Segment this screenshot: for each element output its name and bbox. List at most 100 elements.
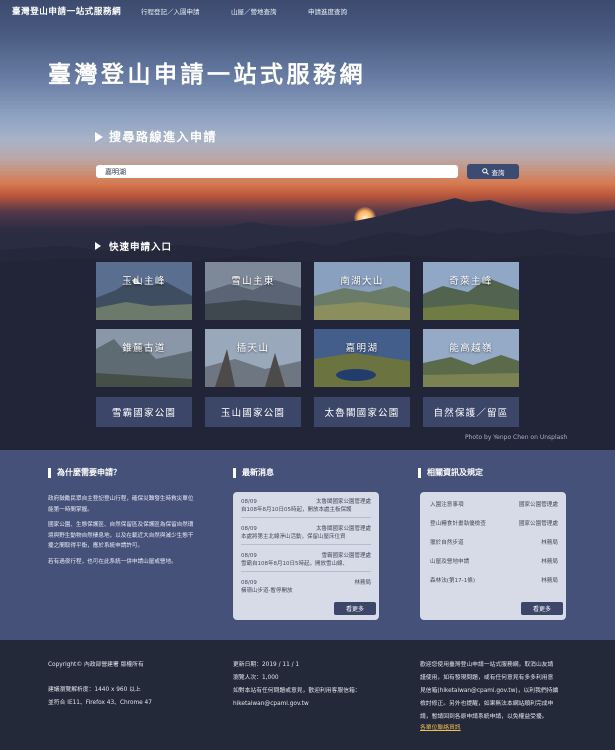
tile-label: 錐麓古道 [122, 343, 166, 354]
news-item[interactable]: 08/09 太魯閣國家公園管理處 自108年8月10日05時起，開放本處主板保護 [241, 498, 371, 514]
tile-jiaming-lake[interactable]: 嘉明湖 [314, 329, 410, 387]
play-triangle-icon [95, 242, 101, 250]
news-source: 林務局 [354, 580, 371, 586]
tile-shei-pa-national-park[interactable]: 雪霸國家公園 [96, 397, 192, 427]
news-date: 08/09 [241, 526, 257, 532]
route-search-input[interactable] [96, 165, 458, 178]
news-item[interactable]: 08/09 林務局 橫嶺山步道-暫停開放 [241, 579, 371, 595]
news-source: 雪霸國家公園管理處 [321, 553, 371, 559]
divider [241, 544, 371, 545]
hero-banner: 臺灣登山申請一站式服務網 行程登記／入園申請 山屋／營地查詢 申請進度查詢 臺灣… [0, 0, 615, 450]
footer-updated: 更新日期：2019 / 11 / 1 [233, 662, 300, 668]
news-heading-text: 最新消息 [242, 468, 274, 477]
why-heading: 為什麼需要申請？ [48, 467, 121, 478]
tile-xueshan-main-east[interactable]: 雪山主東 [205, 262, 301, 320]
footer-browsers: 並符合 IE11、Firefox 43、Chrome 47 [48, 700, 152, 706]
link-title: 山屋及營地申請 [430, 559, 470, 565]
link-item[interactable]: 獵於自然步道 林務局 [430, 538, 558, 546]
why-paragraph: 國家公園、生態保護區、自然保留區及保護區為保留自然環境與野生動物自然棲息地，以及… [48, 522, 194, 549]
search-button-label: 查詢 [491, 168, 505, 177]
tile-nanhu-mountain[interactable]: 南湖大山 [314, 262, 410, 320]
links-heading: 相關資訊及規定 [418, 467, 483, 478]
quick-apply-heading: 快速申請入口 [95, 239, 172, 253]
footer-notice-line: 謹使用，如有發現問題，或有任何意見有多多利用意 [420, 675, 554, 681]
tile-yushan-main-peak[interactable]: 玉山主峰 [96, 262, 192, 320]
nav-application-status[interactable]: 申請進度查詢 [308, 6, 347, 16]
page-footer: Copyright© 內政部營建署 版權所有 建議瀏覽解析度：1440 x 96… [0, 640, 615, 750]
nav-trip-registration[interactable]: 行程登記／入園申請 [141, 6, 200, 16]
tile-label: 雪山主東 [231, 276, 275, 287]
link-title: 獵於自然步道 [430, 540, 464, 546]
footer-email[interactable]: hiketaiwan@cpami.gov.tw [233, 698, 309, 711]
link-item[interactable]: 山屋及營地申請 林務局 [430, 557, 558, 565]
heading-bar-icon [48, 467, 51, 478]
tile-label: 玉山主峰 [122, 276, 166, 287]
news-text: 雪霸自108年8月10日5時起，開放雪山線、 [241, 561, 348, 567]
page-title: 臺灣登山申請一站式服務網 [48, 62, 366, 88]
links-more-button[interactable]: 看更多 [521, 602, 563, 615]
photo-credit: Photo by Yenpo Chen on Unsplash [465, 434, 568, 441]
news-more-button[interactable]: 看更多 [334, 602, 376, 615]
footer-notice-line: 歡迎您使用臺灣登山申請一站式服務網，取消山友請 [420, 662, 554, 668]
news-date: 08/09 [241, 580, 257, 586]
news-date: 08/09 [241, 553, 257, 559]
tile-yushan-national-park[interactable]: 玉山國家公園 [205, 397, 301, 427]
news-card: 08/09 太魯閣國家公園管理處 自108年8月10日05時起，開放本處主板保護 … [233, 492, 379, 620]
top-navigation: 臺灣登山申請一站式服務網 行程登記／入園申請 山屋／營地查詢 申請進度查詢 [0, 0, 615, 22]
link-item[interactable]: 登山糧食計畫執優檢查 國家公園管理處 [430, 519, 558, 527]
quick-apply-heading-text: 快速申請入口 [109, 242, 173, 253]
news-text: 橫嶺山步道-暫停開放 [241, 588, 293, 594]
heading-bar-icon [233, 467, 236, 478]
news-source: 太魯閣國家公園管理處 [315, 499, 371, 505]
link-title: 森林法(第17-1條) [430, 578, 476, 584]
link-item[interactable]: 森林法(第17-1條) 林務局 [430, 576, 558, 584]
link-title: 入園注意事項 [430, 502, 464, 508]
news-item[interactable]: 08/09 雪霸國家公園管理處 雪霸自108年8月10日5時起，開放雪山線、 [241, 552, 371, 568]
why-heading-text: 為什麼需要申請？ [57, 468, 121, 477]
footer-notice-line: 見信箱(hiketaiwan@cpami.gov.tw)，以利我們持續 [420, 688, 559, 694]
link-source: 國家公園管理處 [518, 521, 558, 527]
news-date: 08/09 [241, 499, 257, 505]
site-brand[interactable]: 臺灣登山申請一站式服務網 [12, 5, 121, 17]
footer-feedback: 如對本站有任何問題或意見，歡迎利用客服信箱： [233, 688, 361, 694]
tile-chatian-mountain[interactable]: 插天山 [205, 329, 301, 387]
tile-qilai-main-peak[interactable]: 奇萊主峰 [423, 262, 519, 320]
news-item[interactable]: 08/09 太魯閣國家公園管理處 本處將第主北線淨山活動，保留山屋床位資 [241, 525, 371, 541]
why-paragraph: 政府鼓勵民眾自主登記登山行程，確保災難發生時救災單位能第一時間掌握。 [48, 496, 194, 513]
link-source: 林務局 [541, 578, 558, 584]
play-triangle-icon [95, 132, 103, 142]
tile-nenggao-trail[interactable]: 能高越嶺 [423, 329, 519, 387]
search-icon [481, 168, 489, 175]
footer-resolution: 建議瀏覽解析度：1440 x 960 以上 [48, 687, 141, 693]
news-source: 太魯閣國家公園管理處 [315, 526, 371, 532]
links-heading-text: 相關資訊及規定 [427, 468, 483, 477]
link-title: 登山糧食計畫執優檢查 [430, 521, 486, 527]
tile-nature-reserve[interactable]: 自然保護／留區 [423, 397, 519, 427]
footer-visitors: 瀏覽人次：1,000 [233, 675, 279, 681]
news-text: 自108年8月10日05時起，開放本處主板保護 [241, 507, 352, 513]
link-source: 林務局 [541, 559, 558, 565]
links-card: 入園注意事項 國家公園管理處 登山糧食計畫執優檢查 國家公園管理處 獵於自然步道 林務… [420, 492, 566, 620]
contact-info-link[interactable]: 各單位聯絡資訊 [420, 722, 461, 735]
divider [241, 517, 371, 518]
nav-hut-campsite[interactable]: 山屋／營地查詢 [231, 6, 277, 16]
info-section: 為什麼需要申請？ 政府鼓勵民眾自主登記登山行程，確保災難發生時救災單位能第一時間… [0, 450, 615, 640]
link-source: 林務局 [541, 540, 558, 546]
tile-label: 能高越嶺 [449, 343, 493, 354]
tile-label: 插天山 [236, 343, 270, 354]
tile-label: 南湖大山 [340, 276, 384, 287]
divider [241, 571, 371, 572]
tile-taroko-national-park[interactable]: 太魯閣國家公園 [314, 397, 410, 427]
news-text: 本處將第主北線淨山活動，保留山屋床位資 [241, 534, 346, 540]
search-heading-text: 搜尋路線進入申請 [109, 130, 218, 144]
why-paragraph: 若有過夜行程，也可在此系統一併申請山屋或營地。 [48, 558, 177, 565]
search-heading: 搜尋路線進入申請 [95, 128, 217, 145]
tile-label: 嘉明湖 [345, 343, 379, 354]
footer-copyright: Copyright© 內政部營建署 版權所有 [48, 662, 144, 668]
tile-label: 奇萊主峰 [449, 276, 493, 287]
tile-zhuilu-old-trail[interactable]: 錐麓古道 [96, 329, 192, 387]
search-button[interactable]: 查詢 [467, 164, 519, 179]
link-source: 國家公園管理處 [518, 502, 558, 508]
footer-notice-line: 檢討修正。另外也提醒，如果無法本網站順利完成申 [420, 701, 554, 707]
link-item[interactable]: 入園注意事項 國家公園管理處 [430, 500, 558, 508]
